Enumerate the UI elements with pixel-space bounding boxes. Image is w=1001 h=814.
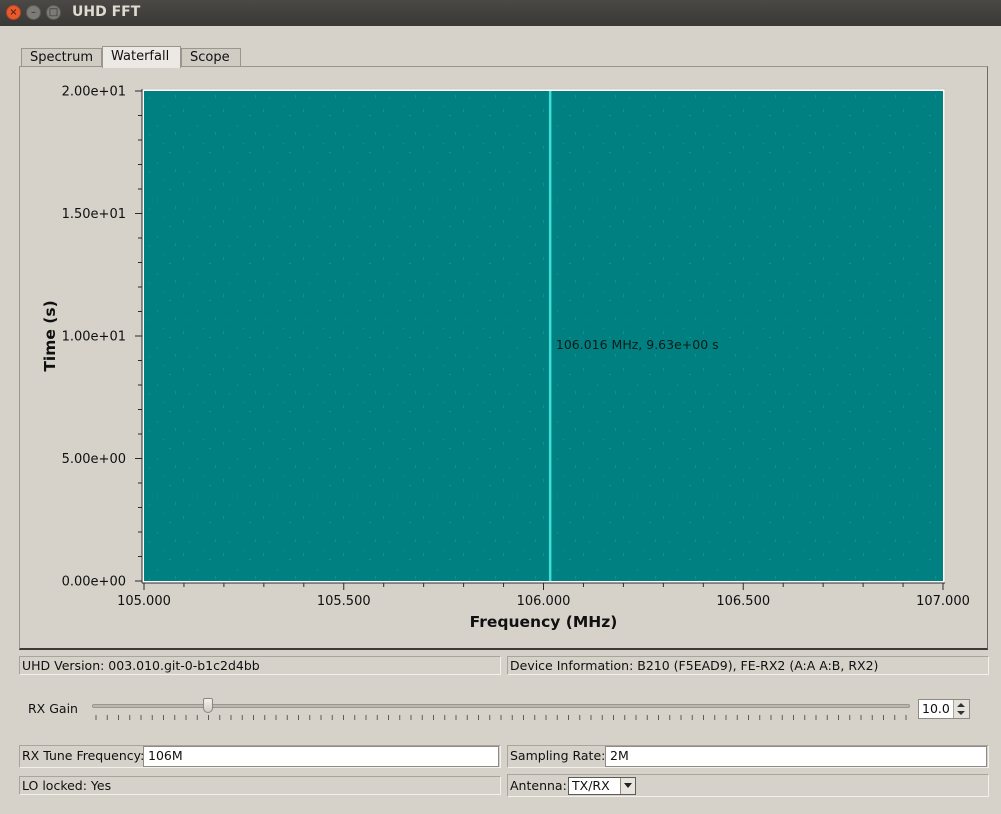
close-window-icon[interactable]: × (6, 5, 21, 20)
rx-gain-slider-handle[interactable] (202, 698, 213, 713)
spin-down-icon[interactable] (957, 711, 965, 715)
sampling-rate-label: Sampling Rate: (510, 748, 606, 763)
minimize-window-icon[interactable]: – (26, 5, 41, 20)
tab-scope[interactable]: Scope (181, 48, 241, 67)
y-axis-title: Time (s) (41, 300, 59, 371)
waterfall-plot[interactable]: 106.016 MHz, 9.63e+00 s 105.000 105.500 106… (20, 67, 987, 648)
x-axis-title: Frequency (MHz) (470, 613, 618, 631)
signal-trace (548, 91, 552, 581)
rx-tune-input[interactable]: 106M (143, 746, 499, 767)
rx-gain-slider-ticks (95, 715, 907, 720)
marker-label: 106.016 MHz, 9.63e+00 s (556, 337, 719, 352)
y-tick-label: 1.00e+01 (62, 330, 126, 345)
antenna-value: TX/RX (572, 778, 610, 793)
uhd-version-field: UHD Version: 003.010.git-0-b1c2d4bb (19, 656, 501, 675)
x-tick-label: 106.000 (517, 594, 571, 609)
lo-locked-field: LO locked: Yes (19, 776, 501, 795)
x-tick-label: 105.500 (317, 594, 371, 609)
rx-gain-label: RX Gain (28, 701, 78, 716)
antenna-select[interactable]: TX/RX (568, 777, 636, 795)
tab-waterfall[interactable]: Waterfall (102, 46, 181, 68)
tab-spectrum[interactable]: Spectrum (21, 48, 102, 67)
maximize-window-icon[interactable]: □ (46, 5, 61, 20)
spin-up-icon[interactable] (957, 703, 965, 707)
y-tick-label: 0.00e+00 (62, 575, 126, 590)
device-info-field: Device Information: B210 (F5EAD9), FE-RX… (507, 656, 989, 675)
chevron-down-icon[interactable] (620, 778, 635, 794)
x-tick-label: 105.000 (117, 594, 171, 609)
y-tick-label: 1.50e+01 (62, 207, 126, 222)
antenna-label: Antenna: (510, 778, 567, 793)
rx-gain-value: 10.0 (922, 701, 950, 716)
y-tick-label: 2.00e+01 (62, 85, 126, 100)
window-title: UHD FFT (72, 4, 141, 20)
sampling-rate-input[interactable]: 2M (605, 746, 987, 767)
spin-buttons (953, 700, 969, 718)
rx-tune-label: RX Tune Frequency: (22, 748, 145, 763)
waterfall-noise (144, 91, 943, 581)
window-titlebar: × – □ UHD FFT (0, 0, 1001, 26)
y-tick-label: 5.00e+00 (62, 452, 126, 467)
rx-gain-slider[interactable] (92, 704, 910, 708)
waterfall-panel: 106.016 MHz, 9.63e+00 s 105.000 105.500 106… (19, 66, 988, 650)
rx-gain-spinbox[interactable]: 10.0 (918, 699, 970, 719)
x-tick-label: 106.500 (716, 594, 770, 609)
x-tick-label: 107.000 (916, 594, 970, 609)
